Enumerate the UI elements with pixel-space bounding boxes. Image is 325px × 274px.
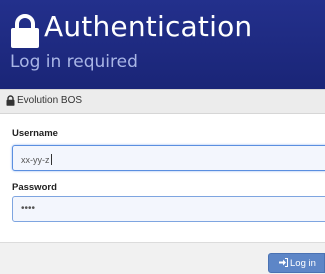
- text-caret: [50, 154, 52, 165]
- auth-header: Authentication Log in required: [0, 0, 325, 89]
- username-value: xx-yy-z: [21, 155, 50, 165]
- login-label: Log in: [290, 258, 316, 269]
- lock-icon: [11, 14, 39, 48]
- panel-title: Evolution BOS: [17, 95, 83, 106]
- password-label: Password: [12, 182, 57, 193]
- username-label: Username: [12, 128, 58, 139]
- panel-heading: Evolution BOS: [0, 89, 325, 114]
- username-field[interactable]: xx-yy-z: [12, 145, 325, 171]
- password-value: ••••: [21, 203, 36, 214]
- lock-icon: [6, 95, 15, 106]
- sign-in-icon: [279, 258, 288, 267]
- password-field[interactable]: ••••: [12, 196, 325, 222]
- login-button[interactable]: Log in: [268, 253, 325, 273]
- page-subtitle: Log in required: [10, 52, 138, 72]
- page-title: Authentication: [44, 10, 253, 43]
